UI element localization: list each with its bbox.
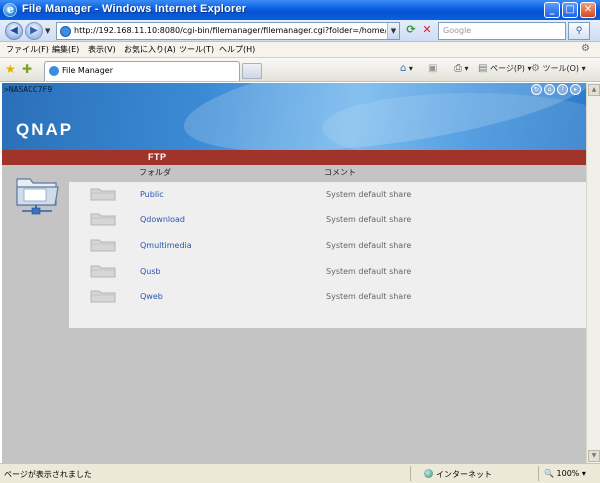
share-name-link[interactable]: Qmultimedia <box>140 241 192 250</box>
tools-menu-label: ツール(O) <box>542 64 580 73</box>
print-icon[interactable]: ⎙ ▾ <box>454 63 469 74</box>
qnap-header-banner: >NASACC7F9 QNAP ↻ ⌂? ▸ <box>2 83 586 172</box>
share-comment: System default share <box>326 241 412 250</box>
status-message: ページが表示されました <box>4 470 92 479</box>
share-row: Qusb System default share <box>69 259 586 284</box>
address-dropdown-icon[interactable]: ▼ <box>387 23 399 39</box>
ie-icon <box>3 3 17 17</box>
search-icon[interactable]: ⚲ <box>568 22 590 40</box>
share-row: Public System default share <box>69 182 586 207</box>
menu-tools[interactable]: ツール(T) <box>179 44 214 55</box>
refresh-page-icon[interactable]: ↻ <box>531 84 542 95</box>
menu-edit[interactable]: 編集(E) <box>52 44 79 55</box>
close-button[interactable]: ✕ <box>580 2 596 18</box>
section-header-bar: FTP <box>2 150 586 165</box>
folder-icon[interactable] <box>90 289 116 303</box>
add-favorite-icon[interactable]: ✚ <box>22 62 32 76</box>
address-toolbar: ◀ ▶ ▼ http://192.168.11.10:8080/cgi-bin/… <box>0 20 600 42</box>
column-header-comment: コメント <box>324 168 356 177</box>
toolbar-options-icon[interactable]: ⚙ <box>581 43 590 54</box>
new-tab-button[interactable] <box>242 63 262 79</box>
page-menu-label: ページ(P) <box>490 64 525 73</box>
back-button[interactable]: ◀ <box>5 22 23 40</box>
feeds-icon[interactable]: ▣ <box>428 63 437 74</box>
share-row: Qmultimedia System default share <box>69 233 586 258</box>
tab-file-manager[interactable]: File Manager <box>44 61 240 81</box>
window-title: File Manager - Windows Internet Explorer <box>22 3 247 15</box>
page-icon <box>60 26 71 37</box>
security-zone[interactable]: インターネット <box>424 469 492 480</box>
search-input[interactable]: Google <box>438 22 566 40</box>
tools-menu[interactable]: ⚙ ツール(O) ▾ <box>531 63 586 74</box>
refresh-icon[interactable]: ⟳ <box>404 23 418 38</box>
share-comment: System default share <box>326 190 412 199</box>
share-comment: System default share <box>326 292 412 301</box>
share-name-link[interactable]: Public <box>140 190 164 199</box>
tab-bar: ★ ✚ File Manager ⌂ ▾ ▣ ⎙ ▾ ▤ ページ(P) ▾ ⚙ … <box>0 58 600 82</box>
stop-icon[interactable]: ✕ <box>420 23 434 38</box>
section-title: FTP <box>148 152 167 162</box>
scroll-up-icon[interactable]: ▲ <box>588 84 600 96</box>
qnap-logo: QNAP <box>16 120 74 139</box>
share-comment: System default share <box>326 215 412 224</box>
favorites-star-icon[interactable]: ★ <box>5 62 16 76</box>
history-dropdown-icon[interactable]: ▼ <box>45 27 50 35</box>
status-bar: ページが表示されました インターネット 🔍 100% ▾ <box>0 463 600 483</box>
nas-hostname: >NASACC7F9 <box>4 85 53 94</box>
address-field[interactable]: http://192.168.11.10:8080/cgi-bin/filema… <box>56 22 400 40</box>
zoom-value: 100% <box>556 469 580 478</box>
page-menu[interactable]: ▤ ページ(P) ▾ <box>478 63 531 74</box>
menu-view[interactable]: 表示(V) <box>88 44 116 55</box>
column-header-folder: フォルダ <box>139 168 171 177</box>
scroll-down-icon[interactable]: ▼ <box>588 450 600 462</box>
logout-icon[interactable]: ▸ <box>570 84 581 95</box>
network-folder-icon <box>16 178 59 215</box>
folder-icon[interactable] <box>90 264 116 278</box>
home-page-icon[interactable]: ⌂ <box>544 84 555 95</box>
zoom-level[interactable]: 🔍 100% ▾ <box>544 469 586 478</box>
header-icon-group: ↻ ⌂? ▸ <box>529 84 581 95</box>
folder-icon[interactable] <box>90 212 116 226</box>
tab-page-icon <box>49 66 59 76</box>
forward-button[interactable]: ▶ <box>25 22 43 40</box>
menu-file[interactable]: ファイル(F) <box>6 44 49 55</box>
address-url[interactable]: http://192.168.11.10:8080/cgi-bin/filema… <box>74 26 386 35</box>
share-name-link[interactable]: Qweb <box>140 292 163 301</box>
share-row: Qdownload System default share <box>69 207 586 232</box>
folder-icon[interactable] <box>90 238 116 252</box>
minimize-button[interactable]: _ <box>544 2 560 18</box>
help-icon[interactable]: ? <box>557 84 568 95</box>
share-list: Public System default share Qdownload Sy… <box>69 182 586 328</box>
share-comment: System default share <box>326 267 412 276</box>
share-row: Qweb System default share <box>69 284 586 309</box>
share-name-link[interactable]: Qusb <box>140 267 161 276</box>
share-name-link[interactable]: Qdownload <box>140 215 185 224</box>
internet-zone-icon <box>424 469 433 478</box>
menu-help[interactable]: ヘルプ(H) <box>219 44 255 55</box>
tab-label: File Manager <box>62 66 113 75</box>
home-icon[interactable]: ⌂ ▾ <box>400 63 413 74</box>
menu-bar: ファイル(F) 編集(E) 表示(V) お気に入り(A) ツール(T) ヘルプ(… <box>0 42 600 58</box>
vertical-scrollbar[interactable]: ▲ ▼ <box>586 83 600 463</box>
folder-icon[interactable] <box>90 187 116 201</box>
menu-favorites[interactable]: お気に入り(A) <box>124 44 176 55</box>
window-title-bar[interactable]: File Manager - Windows Internet Explorer… <box>0 0 600 20</box>
zone-label: インターネット <box>436 470 492 479</box>
maximize-button[interactable]: □ <box>562 2 578 18</box>
page-content: >NASACC7F9 QNAP ↻ ⌂? ▸ FTP フォルダ コメント Publi… <box>2 83 586 463</box>
